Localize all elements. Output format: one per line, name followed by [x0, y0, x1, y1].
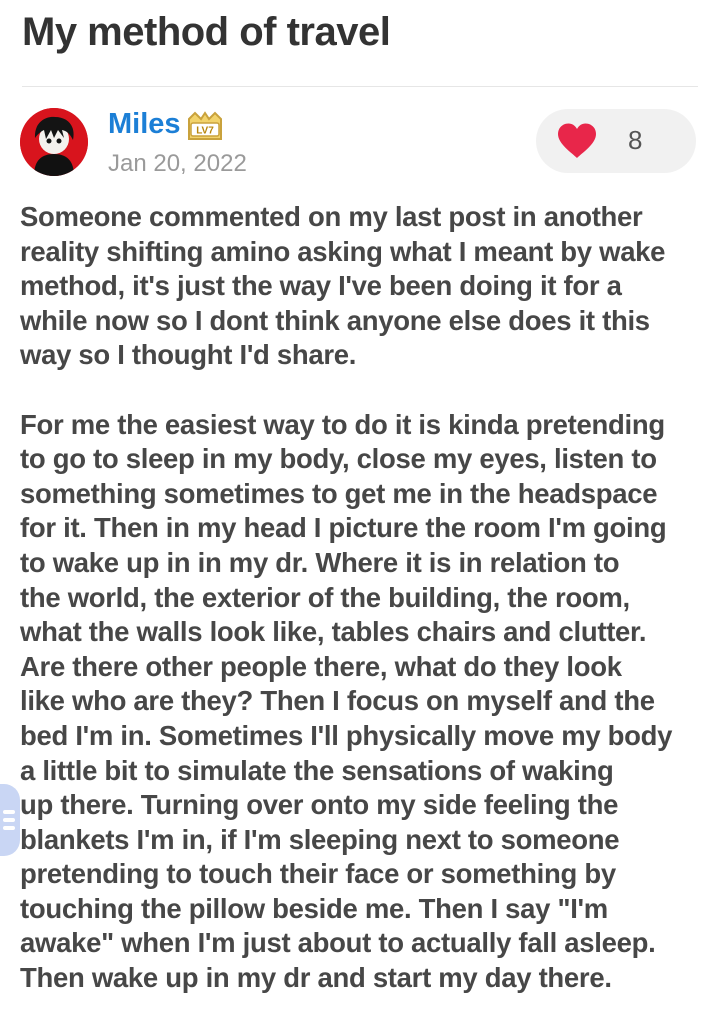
post-paragraph: For me the easiest way to do it is kinda… — [20, 408, 673, 994]
menu-lines-icon — [3, 818, 15, 822]
post-paragraph: Someone commented on my last post in ano… — [20, 201, 666, 371]
post-date: Jan 20, 2022 — [108, 150, 247, 177]
menu-lines-icon — [3, 826, 15, 830]
heart-icon — [558, 123, 596, 158]
like-count: 8 — [628, 125, 643, 155]
post-title: My method of travel — [22, 10, 391, 54]
avatar-image — [20, 108, 88, 176]
post-body: Someone commented on my last post in ano… — [20, 200, 710, 1030]
author-name[interactable]: Miles — [108, 108, 181, 141]
author-avatar[interactable] — [20, 108, 88, 176]
side-drawer-tab[interactable] — [0, 784, 20, 856]
title-divider — [22, 86, 698, 87]
like-button[interactable]: 8 — [536, 109, 696, 173]
level-badge-icon: LV7 — [188, 111, 222, 140]
menu-lines-icon — [3, 810, 15, 814]
level-badge-text: LV7 — [196, 126, 214, 137]
